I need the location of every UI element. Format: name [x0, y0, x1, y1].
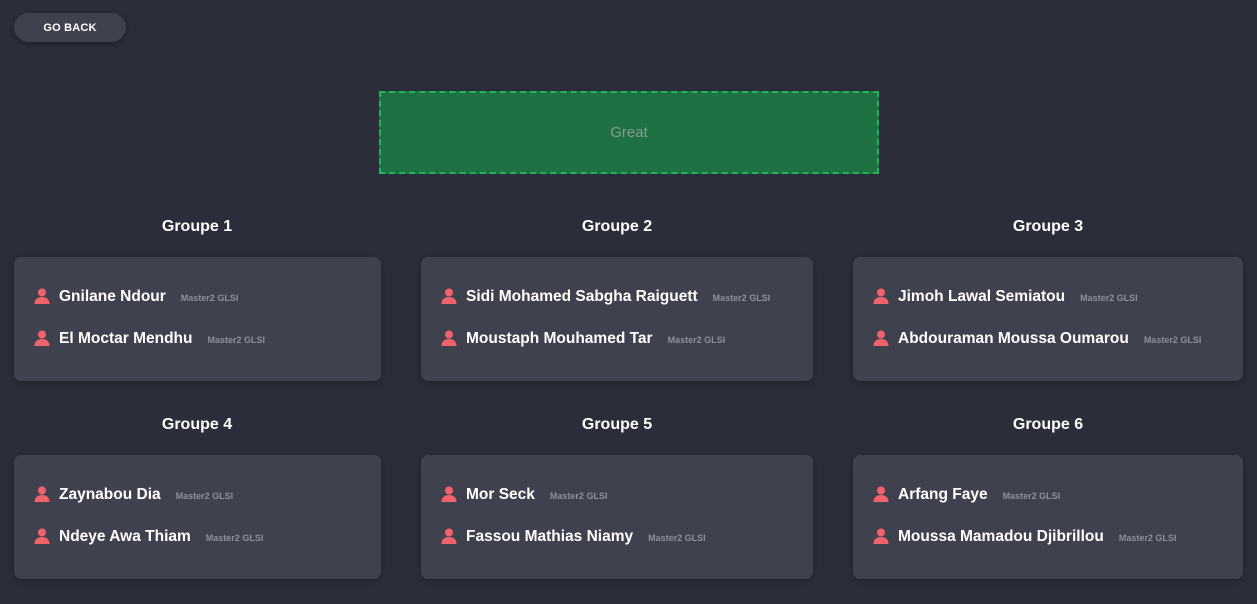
member-class: Master2 GLSI [1002, 491, 1061, 501]
member-class: Master2 GLSI [1118, 533, 1177, 543]
member-name: Jimoh Lawal Semiatou [898, 288, 1066, 305]
status-message: Great [610, 124, 648, 141]
member-item: Moussa Mamadou Djibrillou Master2 GLSI [872, 528, 1176, 546]
group-card-3: Jimoh Lawal Semiatou Master2 GLSI Abdour… [853, 257, 1243, 381]
user-icon [441, 288, 457, 304]
member-name: Sidi Mohamed Sabgha Raiguett [466, 288, 698, 305]
user-icon [873, 528, 889, 544]
member-name: Moussa Mamadou Djibrillou [898, 528, 1104, 545]
user-icon [441, 330, 457, 346]
group-title-1: Groupe 1 [161, 218, 233, 235]
member-class: Master2 GLSI [175, 491, 234, 501]
member-class: Master2 GLSI [667, 335, 726, 345]
member-item: Moustaph Mouhamed Tar Master2 GLSI [440, 330, 725, 348]
user-icon [873, 330, 889, 346]
member-item: Fassou Mathias Niamy Master2 GLSI [440, 528, 706, 546]
member-class: Master2 GLSI [207, 335, 266, 345]
member-class: Master2 GLSI [1080, 293, 1138, 303]
member-name: Zaynabou Dia [59, 486, 161, 503]
go-back-button[interactable]: GO BACK [14, 13, 126, 42]
member-item: Ndeye Awa Thiam Master2 GLSI [33, 528, 263, 546]
member-name: Arfang Faye [898, 486, 988, 503]
member-item: El Moctar Mendhu Master2 GLSI [33, 330, 265, 348]
member-class: Master2 GLSI [648, 533, 706, 543]
member-class: Master2 GLSI [712, 293, 771, 303]
group-card-4: Zaynabou Dia Master2 GLSI Ndeye Awa Thia… [14, 455, 381, 579]
member-name: Abdouraman Moussa Oumarou [898, 330, 1129, 347]
member-item: Arfang Faye Master2 GLSI [872, 486, 1060, 504]
member-item: Abdouraman Moussa Oumarou Master2 GLSI [872, 330, 1201, 348]
member-class: Master2 GLSI [1143, 335, 1202, 345]
member-name: Mor Seck [466, 486, 535, 503]
user-icon [441, 528, 457, 544]
member-class: Master2 GLSI [549, 491, 608, 501]
member-name: Ndeye Awa Thiam [59, 528, 191, 545]
member-name: Fassou Mathias Niamy [466, 528, 634, 545]
member-item: Zaynabou Dia Master2 GLSI [33, 486, 233, 504]
member-class: Master2 GLSI [180, 293, 239, 303]
user-icon [441, 486, 457, 502]
member-name: El Moctar Mendhu [59, 330, 193, 347]
group-card-6: Arfang Faye Master2 GLSI Moussa Mamadou … [853, 455, 1243, 579]
group-title-3: Groupe 3 [1012, 218, 1084, 235]
member-item: Sidi Mohamed Sabgha Raiguett Master2 GLS… [440, 288, 770, 306]
status-banner: Great [379, 91, 879, 174]
member-item: Jimoh Lawal Semiatou Master2 GLSI [872, 288, 1138, 306]
user-icon [34, 288, 50, 304]
group-card-1: Gnilane Ndour Master2 GLSI El Moctar Men… [14, 257, 381, 381]
group-title-5: Groupe 5 [581, 416, 653, 433]
member-name: Gnilane Ndour [59, 288, 166, 305]
group-card-2: Sidi Mohamed Sabgha Raiguett Master2 GLS… [421, 257, 813, 381]
user-icon [34, 528, 50, 544]
user-icon [873, 288, 889, 304]
member-class: Master2 GLSI [205, 533, 264, 543]
group-card-5: Mor Seck Master2 GLSI Fassou Mathias Nia… [421, 455, 813, 579]
page: GO BACK Great Groupe 1 Gnilane Ndour Mas… [0, 0, 1257, 604]
user-icon [34, 486, 50, 502]
user-icon [873, 486, 889, 502]
user-icon [34, 330, 50, 346]
group-title-4: Groupe 4 [161, 416, 233, 433]
member-item: Gnilane Ndour Master2 GLSI [33, 288, 238, 306]
group-title-2: Groupe 2 [581, 218, 653, 235]
member-item: Mor Seck Master2 GLSI [440, 486, 607, 504]
member-name: Moustaph Mouhamed Tar [466, 330, 653, 347]
group-title-6: Groupe 6 [1012, 416, 1084, 433]
